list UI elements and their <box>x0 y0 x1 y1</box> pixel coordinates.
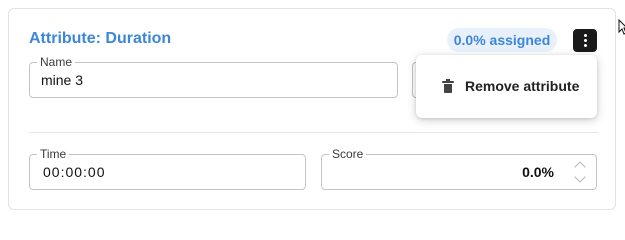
remove-attribute-item[interactable]: Remove attribute <box>416 55 597 118</box>
more-vertical-icon <box>583 34 587 37</box>
name-field[interactable]: Name mine 3 <box>29 54 398 98</box>
time-label: Time <box>37 146 70 162</box>
attribute-title: Attribute: Duration <box>29 30 172 47</box>
name-label: Name <box>37 54 76 70</box>
attribute-menu: Remove attribute <box>416 55 597 118</box>
chevron-down-icon[interactable] <box>574 171 586 183</box>
more-menu-button[interactable] <box>573 29 597 52</box>
name-value: mine 3 <box>41 72 84 88</box>
time-field[interactable]: Time 00:00:00 <box>29 146 306 190</box>
score-field[interactable]: Score 0.0% <box>321 146 597 190</box>
time-value: 00:00:00 <box>43 164 106 180</box>
mouse-cursor-icon <box>618 19 625 35</box>
trash-icon <box>442 79 454 93</box>
assigned-badge: 0.0% assigned <box>447 28 557 52</box>
remove-attribute-label: Remove attribute <box>465 78 580 94</box>
score-stepper[interactable] <box>573 159 587 185</box>
score-label: Score <box>329 146 367 162</box>
score-value: 0.0% <box>522 164 554 180</box>
divider <box>29 132 598 133</box>
